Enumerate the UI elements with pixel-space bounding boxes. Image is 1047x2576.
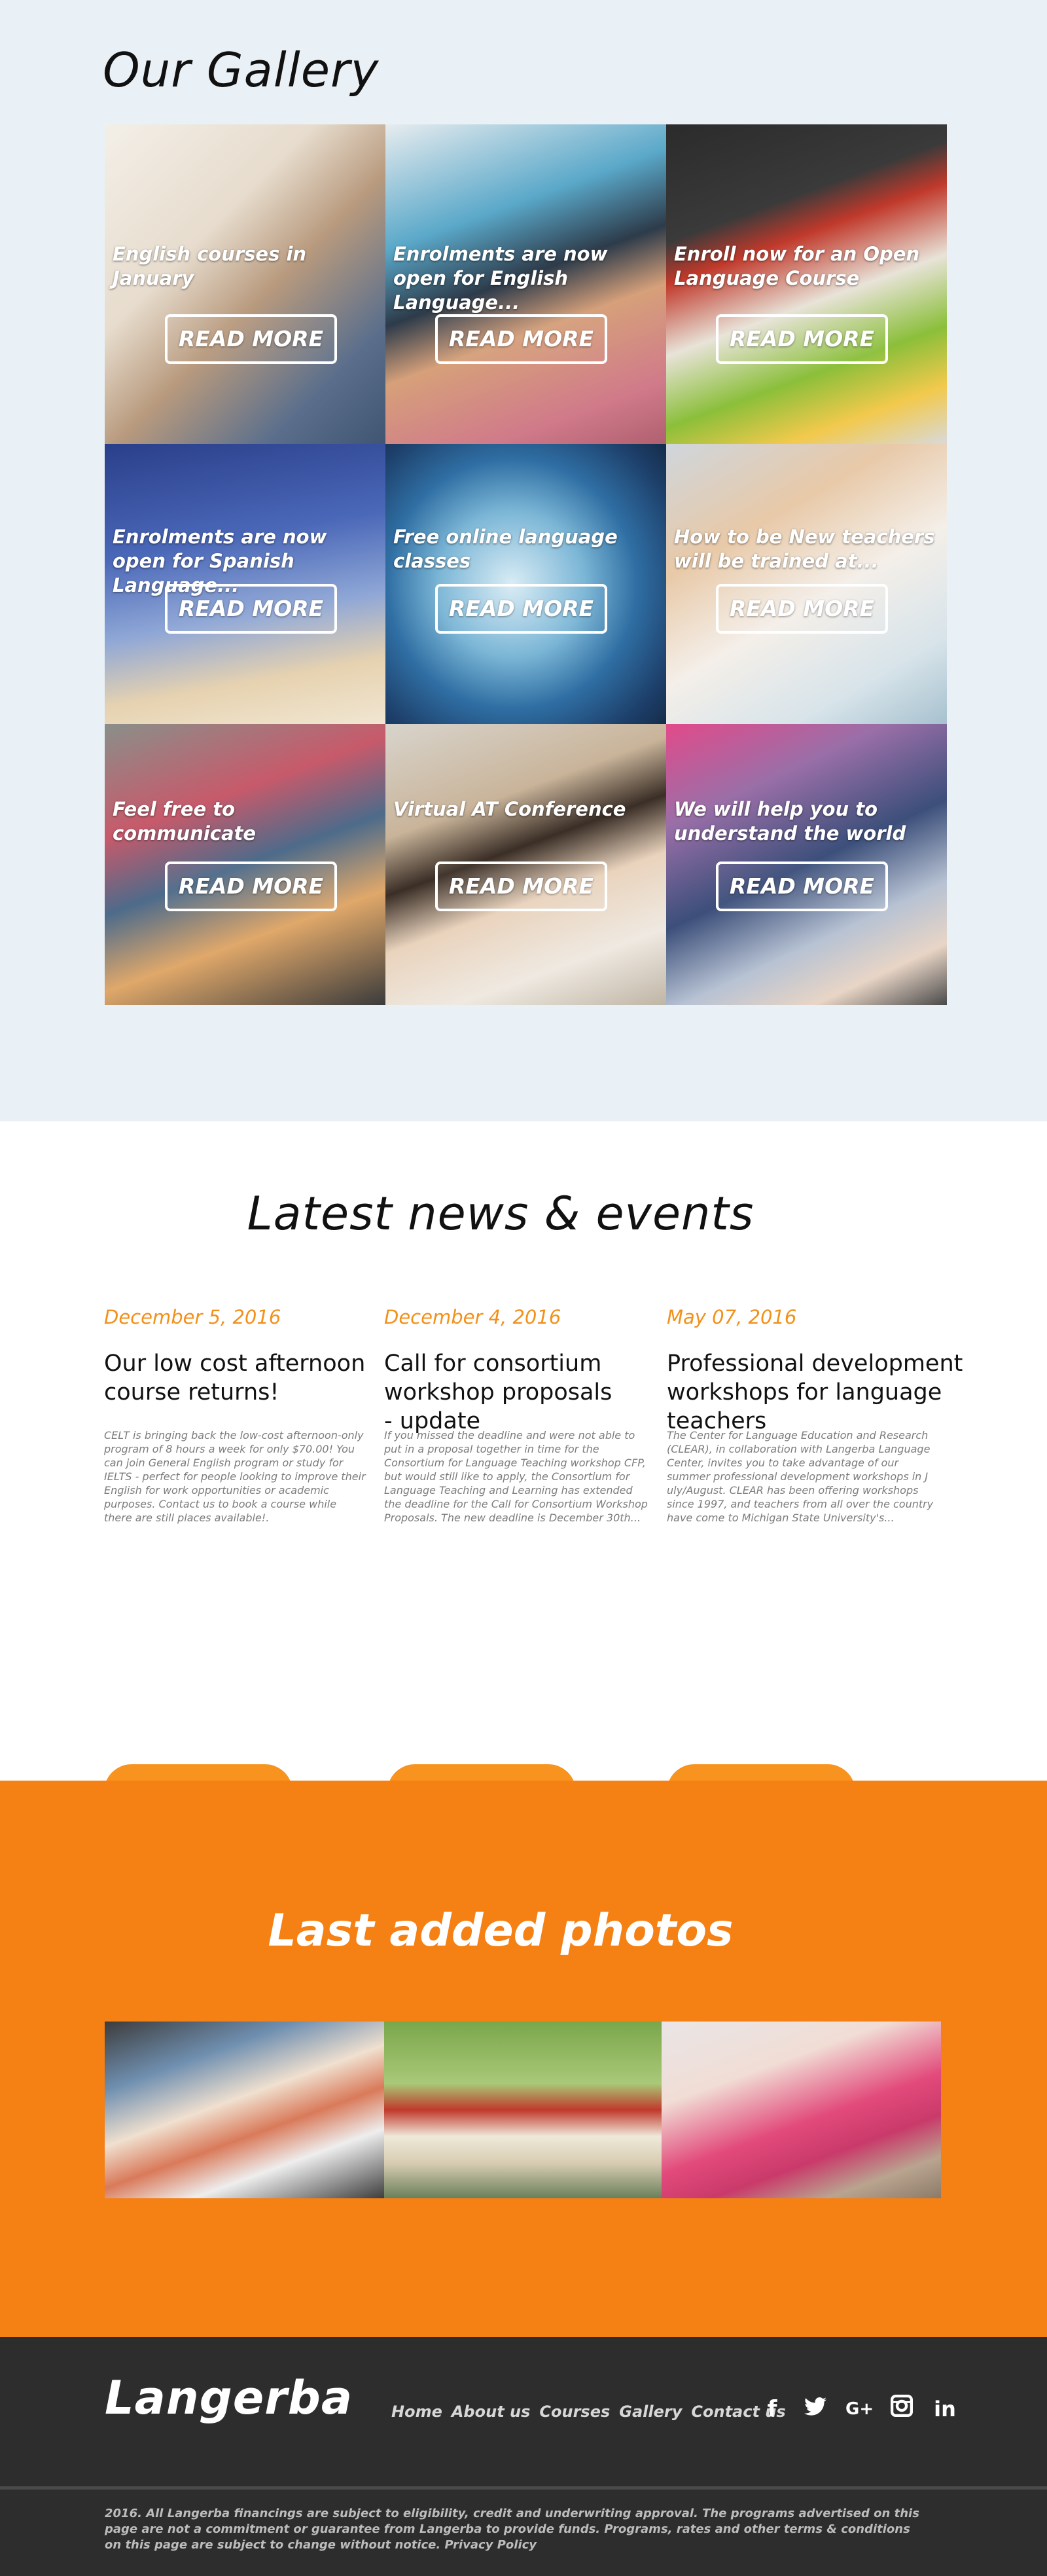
tile-read-more-button[interactable]: READ MORE: [165, 862, 337, 911]
gallery-tile[interactable]: Virtual AT Conference READ MORE: [385, 724, 666, 1005]
news-date: December 5, 2016: [104, 1306, 281, 1328]
news-date: May 07, 2016: [667, 1306, 797, 1328]
footer-nav-about[interactable]: About us: [452, 2403, 531, 2421]
news-title: Latest news & events: [247, 1187, 754, 1241]
tile-read-more-button[interactable]: READ MORE: [716, 584, 888, 634]
gallery-tile[interactable]: We will help you to understand the world…: [666, 724, 947, 1005]
news-item: December 4, 2016 Call for consortium wor…: [384, 1306, 682, 1819]
gallery-tile[interactable]: Feel free to communicate READ MORE: [105, 724, 385, 1005]
twitter-bird-svg: [804, 2397, 826, 2416]
instagram-camera-svg: [891, 2395, 913, 2417]
tile-caption: Free online language classes: [393, 526, 618, 572]
gallery-grid: English courses in January READ MORE Enr…: [105, 124, 947, 1005]
twitter-icon[interactable]: [802, 2396, 828, 2422]
gallery-section: Our Gallery English courses in January R…: [0, 0, 1047, 1121]
tile-caption: Feel free to communicate: [113, 798, 257, 844]
tile-caption: Enroll now for an Open Language Course: [674, 243, 920, 289]
recent-photo[interactable]: [105, 2022, 384, 2198]
tile-caption: How to be New teachers will be trained a…: [674, 526, 935, 572]
footer-logo[interactable]: Langerba: [105, 2371, 353, 2425]
linkedin-icon[interactable]: in: [932, 2397, 958, 2422]
footer-nav-home[interactable]: Home: [391, 2403, 442, 2421]
tile-caption: We will help you to understand the world: [674, 798, 906, 844]
tile-read-more-button[interactable]: READ MORE: [165, 584, 337, 634]
news-heading[interactable]: Our low cost afternoon course returns!: [104, 1349, 366, 1407]
footer-social: f G+ in: [759, 2395, 958, 2423]
gallery-tile[interactable]: Enrolments are now open for Spanish Lang…: [105, 444, 385, 724]
gallery-tile[interactable]: Enrolments are now open for English Lang…: [385, 124, 666, 444]
tile-caption: Virtual AT Conference: [393, 798, 626, 820]
footer-legal-text: 2016. All Langerba financings are subjec…: [105, 2507, 919, 2552]
news-date: December 4, 2016: [384, 1306, 561, 1328]
tile-read-more-button[interactable]: READ MORE: [716, 314, 888, 364]
news-excerpt: If you missed the deadline and were not …: [384, 1429, 648, 1524]
footer-nav: Home About us Courses Gallery Contact us: [391, 2403, 786, 2421]
photos-section: Last added photos: [0, 1781, 1047, 2337]
tile-caption: English courses in January: [113, 243, 307, 289]
footer-nav-courses[interactable]: Courses: [539, 2403, 610, 2421]
footer-divider: [0, 2486, 1047, 2490]
recent-photo[interactable]: [384, 2022, 662, 2198]
gallery-tile[interactable]: Free online language classes READ MORE: [385, 444, 666, 724]
footer-nav-gallery[interactable]: Gallery: [619, 2403, 682, 2421]
gallery-title: Our Gallery: [103, 43, 380, 98]
news-heading[interactable]: Call for consortium workshop proposals -…: [384, 1349, 626, 1436]
facebook-icon[interactable]: f: [759, 2396, 785, 2422]
google-plus-icon[interactable]: G+: [845, 2399, 874, 2419]
tile-read-more-button[interactable]: READ MORE: [435, 862, 607, 911]
news-item: May 07, 2016 Professional development wo…: [667, 1306, 965, 1819]
news-excerpt: The Center for Language Education and Re…: [667, 1429, 934, 1524]
news-item: December 5, 2016 Our low cost afternoon …: [104, 1306, 402, 1819]
tile-read-more-button[interactable]: READ MORE: [435, 314, 607, 364]
news-section: Latest news & events December 5, 2016 Ou…: [0, 1121, 1047, 1819]
gallery-tile[interactable]: How to be New teachers will be trained a…: [666, 444, 947, 724]
recent-photo[interactable]: [662, 2022, 941, 2198]
tile-read-more-button[interactable]: READ MORE: [165, 314, 337, 364]
photos-title: Last added photos: [268, 1905, 734, 1957]
news-heading[interactable]: Professional development workshops for l…: [667, 1349, 1023, 1436]
news-excerpt: CELT is bringing back the low-cost after…: [104, 1429, 366, 1524]
tile-caption: Enrolments are now open for English Lang…: [393, 243, 608, 314]
instagram-icon[interactable]: [889, 2395, 915, 2423]
footer: Langerba Home About us Courses Gallery C…: [0, 2337, 1047, 2576]
tile-read-more-button[interactable]: READ MORE: [435, 584, 607, 634]
gallery-tile[interactable]: Enroll now for an Open Language Course R…: [666, 124, 947, 444]
tile-read-more-button[interactable]: READ MORE: [716, 862, 888, 911]
gallery-tile[interactable]: English courses in January READ MORE: [105, 124, 385, 444]
